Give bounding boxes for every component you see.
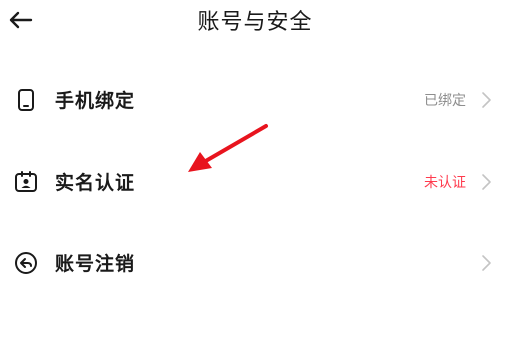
- list-item-label: 手机绑定: [55, 90, 136, 112]
- status-text: 未认证: [424, 175, 466, 191]
- logout-circle-icon: [15, 252, 37, 274]
- annotation-arrow-icon: [188, 124, 268, 172]
- list-item-account-deletion[interactable]: 账号注销: [0, 238, 510, 288]
- list-item-label: 实名认证: [55, 172, 136, 194]
- chevron-right-icon: [482, 92, 491, 108]
- id-card-icon: [15, 171, 37, 192]
- phone-icon: [18, 89, 34, 111]
- list-item-label: 账号注销: [55, 253, 136, 275]
- header: 账号与安全: [0, 0, 510, 44]
- page-title: 账号与安全: [197, 10, 313, 35]
- chevron-right-icon: [482, 255, 491, 271]
- chevron-right-icon: [482, 174, 491, 190]
- status-text: 已绑定: [424, 93, 466, 109]
